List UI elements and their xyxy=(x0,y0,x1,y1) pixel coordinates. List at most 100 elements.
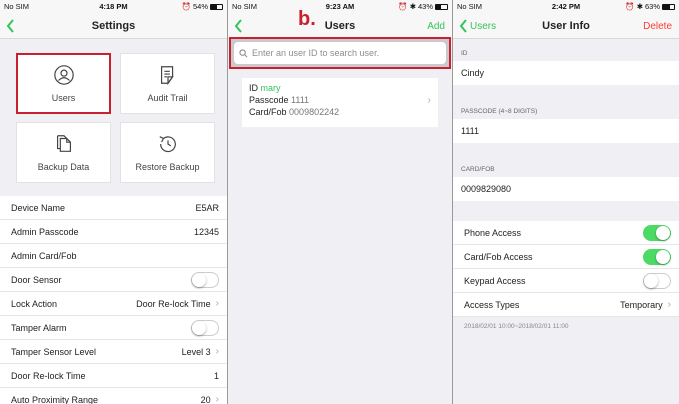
user-passcode-label: Passcode xyxy=(249,95,289,105)
user-card-label: Card/Fob xyxy=(249,107,287,117)
battery-percent: 43% xyxy=(417,2,433,11)
access-label: Keypad Access xyxy=(464,275,526,286)
chevron-right-icon: › xyxy=(215,394,219,404)
access-types-row[interactable]: Access Types Temporary › xyxy=(453,293,679,317)
nav-bar: Users Add xyxy=(228,13,452,39)
status-right: ⏰ ✱ 63% xyxy=(625,2,675,11)
users-tile[interactable]: Users xyxy=(16,53,111,114)
chevron-right-icon: › xyxy=(427,95,431,106)
backup-data-tile-label: Backup Data xyxy=(37,162,90,172)
setting-lock-action[interactable]: Lock Action Door Re-lock Time › xyxy=(0,292,227,316)
tamper-alarm-toggle[interactable] xyxy=(191,319,219,336)
alarm-icon: ⏰ xyxy=(625,2,635,11)
audit-trail-tile[interactable]: Audit Trail xyxy=(120,53,215,114)
status-right: ⏰ 54% xyxy=(182,2,223,11)
restore-backup-tile[interactable]: Restore Backup xyxy=(120,122,215,183)
alarm-icon: ⏰ xyxy=(398,2,408,11)
back-label: Users xyxy=(470,20,497,32)
backup-data-tile[interactable]: Backup Data xyxy=(16,122,111,183)
setting-label: Auto Proximity Range xyxy=(11,394,99,404)
setting-label: Lock Action xyxy=(11,298,58,309)
access-types-value: Temporary xyxy=(620,299,663,310)
door-sensor-toggle[interactable] xyxy=(191,271,219,288)
setting-door-relock-time[interactable]: Door Re-lock Time 1 xyxy=(0,364,227,388)
access-label: Phone Access xyxy=(464,227,522,238)
nav-bar: Settings xyxy=(0,13,227,39)
page-title: User Info xyxy=(542,19,590,32)
search-input[interactable] xyxy=(252,48,432,58)
setting-auto-proximity-range[interactable]: Auto Proximity Range 20 › xyxy=(0,388,227,404)
battery-percent: 63% xyxy=(644,2,660,11)
setting-label: Tamper Alarm xyxy=(11,322,67,333)
status-bar: No SIM 4:18 PM ⏰ 54% xyxy=(0,0,227,13)
back-button[interactable] xyxy=(6,13,15,39)
setting-device-name[interactable]: Device Name E5AR xyxy=(0,196,227,220)
phone-access-row: Phone Access xyxy=(453,221,679,245)
user-list-item[interactable]: ID mary Passcode 1111 Card/Fob 000980224… xyxy=(242,78,438,127)
page-title: Settings xyxy=(91,19,136,32)
settings-screen: No SIM 4:18 PM ⏰ 54% Settings Users Audi… xyxy=(0,0,227,404)
carrier-label: No SIM xyxy=(232,2,258,11)
user-id-value: mary xyxy=(260,83,281,93)
setting-admin-card-fob[interactable]: Admin Card/Fob xyxy=(0,244,227,268)
delete-button[interactable]: Delete xyxy=(643,13,672,39)
add-user-button[interactable]: Add xyxy=(427,13,445,39)
chevron-right-icon: › xyxy=(215,298,219,309)
passcode-field[interactable]: 1111 xyxy=(453,119,679,143)
restore-backup-tile-label: Restore Backup xyxy=(135,162,200,172)
settings-tiles: Users Audit Trail Backup Data Restore Ba… xyxy=(0,39,227,196)
settings-list: Device Name E5AR Admin Passcode 12345 Ad… xyxy=(0,196,227,404)
setting-tamper-alarm: Tamper Alarm xyxy=(0,316,227,340)
setting-admin-passcode[interactable]: Admin Passcode 12345 xyxy=(0,220,227,244)
access-types-label: Access Types xyxy=(464,299,520,310)
setting-value: E5AR xyxy=(195,202,219,213)
date-range: 2018/02/01 10:00~2018/02/01 11:00 xyxy=(464,323,569,330)
carrier-label: No SIM xyxy=(457,2,483,11)
battery-icon xyxy=(662,3,675,10)
chevron-right-icon: › xyxy=(215,346,219,357)
setting-value: Door Re-lock Time xyxy=(136,298,211,309)
setting-tamper-sensor-level[interactable]: Tamper Sensor Level Level 3 › xyxy=(0,340,227,364)
search-icon xyxy=(239,48,248,57)
setting-door-sensor: Door Sensor xyxy=(0,268,227,292)
status-right: ⏰ ✱ 43% xyxy=(398,2,448,11)
page-title: Users xyxy=(324,19,356,32)
chevron-left-icon xyxy=(6,19,14,33)
battery-icon xyxy=(435,3,448,10)
search-box xyxy=(234,42,446,64)
restore-backup-icon xyxy=(158,136,176,153)
setting-label: Door Sensor xyxy=(11,274,62,285)
access-list: Phone Access Card/Fob Access Keypad Acce… xyxy=(453,221,679,317)
phone-access-toggle[interactable] xyxy=(643,224,671,241)
access-label: Card/Fob Access xyxy=(464,251,533,262)
back-button[interactable] xyxy=(234,13,243,39)
card-fob-field[interactable]: 0009829080 xyxy=(453,177,679,201)
keypad-access-toggle[interactable] xyxy=(643,272,671,289)
status-bar: No SIM 9:23 AM ⏰ ✱ 43% xyxy=(228,0,452,13)
user-card-line: Card/Fob 0009802242 xyxy=(249,106,431,118)
carrier-label: No SIM xyxy=(4,2,30,11)
setting-label: Door Re-lock Time xyxy=(11,370,86,381)
id-field[interactable]: Cindy xyxy=(453,61,679,85)
backup-data-icon xyxy=(56,135,71,152)
setting-label: Admin Passcode xyxy=(11,226,79,237)
bluetooth-icon: ✱ xyxy=(636,2,643,11)
user-id-line: ID mary xyxy=(249,82,431,94)
users-tile-label: Users xyxy=(51,93,76,103)
nav-bar: Users User Info Delete xyxy=(453,13,679,39)
back-button[interactable]: Users xyxy=(459,13,496,39)
card-fob-header: CARD/FOB xyxy=(461,166,495,173)
user-icon xyxy=(53,65,74,85)
chevron-right-icon: › xyxy=(667,299,671,310)
search-bar xyxy=(229,37,451,69)
setting-value: 12345 xyxy=(193,226,219,237)
setting-label: Admin Card/Fob xyxy=(11,250,77,261)
alarm-icon: ⏰ xyxy=(181,2,191,11)
card-fob-access-toggle[interactable] xyxy=(643,248,671,265)
battery-icon xyxy=(210,3,223,10)
users-screen: No SIM 9:23 AM ⏰ ✱ 43% Users Add b. ID m… xyxy=(228,0,452,404)
chevron-left-icon xyxy=(234,19,242,33)
card-fob-access-row: Card/Fob Access xyxy=(453,245,679,269)
setting-value: 20 xyxy=(200,394,211,404)
